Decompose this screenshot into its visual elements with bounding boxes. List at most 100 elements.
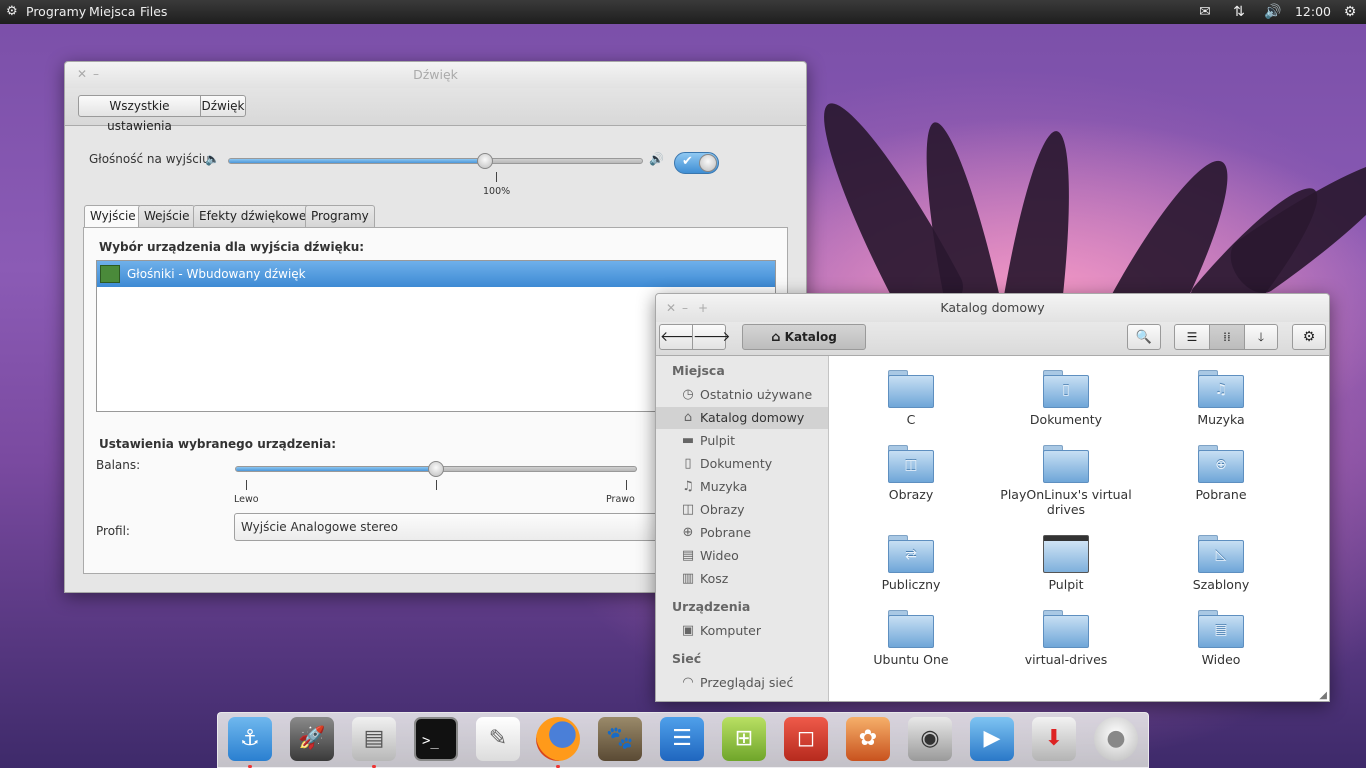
folder-dokumenty[interactable]: ▯ Dokumenty [996, 370, 1136, 427]
sort-button[interactable]: 🡓 [1244, 324, 1278, 350]
fm-titlebar: ✕ – + Katalog domowy [656, 294, 1329, 322]
balance-knob[interactable] [428, 461, 444, 477]
output-volume-knob[interactable] [477, 153, 494, 169]
settings-icon[interactable]: ⚙ [1340, 0, 1360, 24]
text-editor-icon[interactable]: ✎ [476, 717, 520, 761]
device-row-speakers[interactable]: Głośniki - Wbudowany dźwięk [97, 261, 775, 287]
calc-icon[interactable]: ⊞ [722, 717, 766, 761]
clock[interactable]: 12:00 [1294, 0, 1332, 24]
mute-switch[interactable]: ✔ [674, 152, 719, 174]
fm-content: C ▯ Dokumenty ♫ Muzyka ◫ Obrazy PlayOnLinux… [829, 356, 1329, 701]
firefox-icon[interactable] [536, 717, 580, 761]
tab-input[interactable]: Wejście [138, 205, 196, 227]
media-player-icon[interactable]: ▶ [970, 717, 1014, 761]
home-icon: ⌂ [683, 410, 693, 425]
folder-playonlinux[interactable]: PlayOnLinux's virtual drives [996, 445, 1136, 517]
folder-desktop-icon [1043, 535, 1089, 573]
balance-right-label: Prawo [606, 494, 635, 505]
folder-publiczny[interactable]: ⇄ Publiczny [841, 535, 981, 592]
folder-videos-icon: ▤ [1198, 610, 1244, 648]
close-icon[interactable]: ✕ [77, 62, 87, 86]
folder-documents-icon: ▯ [1043, 370, 1089, 408]
network-icon[interactable]: ⇅ [1228, 0, 1250, 24]
folder-templates-icon: ◺ [1198, 535, 1244, 573]
impress-icon[interactable]: ◻ [784, 717, 828, 761]
switch-knob [699, 154, 717, 172]
installer-icon[interactable]: ⬇ [1032, 717, 1076, 761]
folder-ubuntu-one[interactable]: Ubuntu One [841, 610, 981, 667]
check-icon: ✔ [682, 154, 693, 169]
sidebar-item-browse-network[interactable]: ◠ Przeglądaj sieć [656, 672, 828, 694]
rocket-icon[interactable]: 🚀 [290, 717, 334, 761]
list-view-icon: ☰ [1186, 330, 1198, 344]
output-volume-slider[interactable] [228, 158, 643, 164]
minimize-icon[interactable]: – [93, 62, 99, 86]
folder-virtual-drives[interactable]: virtual-drives [996, 610, 1136, 667]
breadcrumb-sound[interactable]: Dźwięk [200, 95, 246, 117]
volume-icon[interactable]: 🔊 [1262, 0, 1284, 24]
folder-icon [1043, 610, 1089, 648]
balance-left-label: Lewo [234, 494, 259, 505]
anchor-icon[interactable]: ⚓ [228, 717, 272, 761]
folder-pulpit[interactable]: Pulpit [996, 535, 1136, 592]
volume-100-label: 100% [483, 186, 511, 197]
speaker-icon[interactable]: ◉ [908, 717, 952, 761]
disk-icon[interactable]: ● [1094, 717, 1138, 761]
path-button-home[interactable]: ⌂ Katalog domowy [742, 324, 866, 369]
menu-programy[interactable]: Programy [26, 0, 86, 24]
list-view-button[interactable]: ☰ [1174, 324, 1210, 350]
back-button[interactable]: 🡐 [659, 324, 698, 350]
sidebar-item-pictures[interactable]: ◫ Obrazy [656, 499, 828, 521]
close-icon[interactable]: ✕ [666, 294, 676, 322]
profile-value: Wyjście Analogowe stereo [241, 520, 399, 534]
folder-pobrane[interactable]: ⊕ Pobrane [1151, 445, 1291, 502]
sidebar-item-videos[interactable]: ▤ Wideo [656, 545, 828, 567]
sidebar-item-home[interactable]: ⌂ Katalog domowy [656, 407, 828, 429]
folder-icon [888, 370, 934, 408]
folder-pictures-icon: ◫ [888, 445, 934, 483]
folder-muzyka[interactable]: ♫ Muzyka [1151, 370, 1291, 427]
forward-button[interactable]: 🡒 [692, 324, 731, 350]
menu-miejsca[interactable]: Miejsca [89, 0, 135, 24]
folder-music-icon: ♫ [1198, 370, 1244, 408]
grid-view-button[interactable]: ⁞⁞ [1209, 324, 1245, 350]
search-icon: 🔍 [1135, 330, 1153, 345]
file-cabinet-icon[interactable]: ▤ [352, 717, 396, 761]
sidebar-item-desktop[interactable]: ▬ Pulpit [656, 430, 828, 452]
home-icon: ⌂ [771, 330, 781, 345]
folder-wideo[interactable]: ▤ Wideo [1151, 610, 1291, 667]
breadcrumb-all-settings[interactable]: Wszystkie ustawienia [78, 95, 201, 133]
settings-heading: Ustawienia wybranego urządzenia: [99, 437, 337, 451]
tab-effects[interactable]: Efekty dźwiękowe [193, 205, 313, 227]
sidebar-item-computer[interactable]: ▣ Komputer [656, 620, 828, 642]
output-volume-label: Głośność na wyjściu: [89, 152, 214, 166]
writer-icon[interactable]: ☰ [660, 717, 704, 761]
gimp-icon[interactable]: 🐾 [598, 717, 642, 761]
tab-output[interactable]: Wyjście [84, 205, 142, 228]
mail-icon[interactable]: ✉ [1194, 0, 1216, 24]
terminal-icon[interactable]: >_ [414, 717, 458, 761]
sidebar-item-recent[interactable]: ◷ Ostatnio używane [656, 384, 828, 406]
folder-szablony[interactable]: ◺ Szablony [1151, 535, 1291, 592]
sidebar-item-trash[interactable]: ▥ Kosz [656, 568, 828, 590]
photo-icon[interactable]: ✿ [846, 717, 890, 761]
folder-c[interactable]: C [841, 370, 981, 427]
image-icon: ◫ [681, 502, 695, 517]
sidebar-item-music[interactable]: ♫ Muzyka [656, 476, 828, 498]
device-label: Głośniki - Wbudowany dźwięk [127, 267, 306, 281]
menu-files[interactable]: Files [140, 0, 167, 24]
sidebar-item-documents[interactable]: ▯ Dokumenty [656, 453, 828, 475]
volume-high-icon: 🔊 [649, 152, 664, 166]
apps-icon[interactable]: ⚙ [6, 0, 18, 24]
fm-toolbar: 🡐 🡒 ⌂ Katalog domowy 🔍 ☰ ⁞⁞ 🡓 ⚙ [656, 322, 1329, 369]
sidebar-item-downloads[interactable]: ⊕ Pobrane [656, 522, 828, 544]
settings-button[interactable]: ⚙ [1292, 324, 1326, 350]
tab-programs[interactable]: Programy [305, 205, 375, 227]
maximize-icon[interactable]: + [698, 294, 708, 322]
search-button[interactable]: 🔍 [1127, 324, 1161, 350]
volume-fill [229, 159, 486, 163]
minimize-icon[interactable]: – [682, 294, 688, 322]
folder-obrazy[interactable]: ◫ Obrazy [841, 445, 981, 502]
folder-icon [1043, 445, 1089, 483]
resize-grip-icon[interactable]: ◢ [1319, 690, 1327, 701]
